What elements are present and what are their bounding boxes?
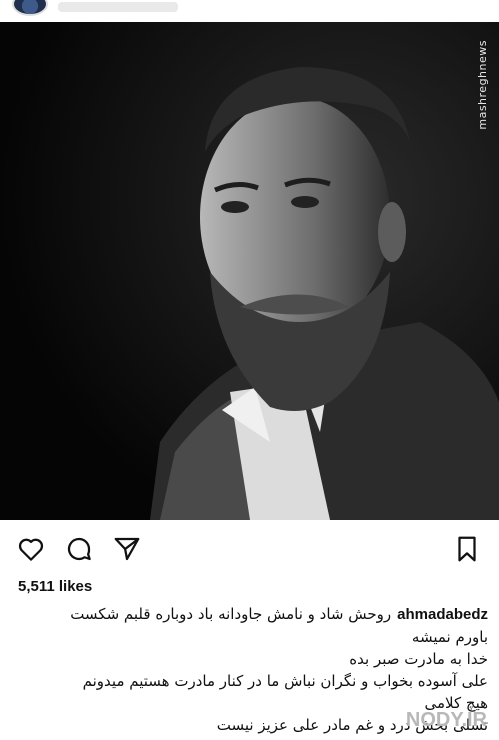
photo-credit: mashreghnews <box>476 40 489 130</box>
heart-icon[interactable] <box>16 534 46 564</box>
caption-line-3: خدا به مادرت صبر بده <box>349 650 488 668</box>
post-photo[interactable]: mashreghnews <box>0 22 499 520</box>
caption-line-4: علی آسوده بخواب و نگران نباش ما در کنار … <box>82 672 488 690</box>
header-username[interactable] <box>58 2 178 12</box>
post-actions <box>0 528 499 568</box>
caption-line-2: باورم نمیشه <box>411 628 488 646</box>
send-icon[interactable] <box>112 534 142 564</box>
site-watermark: NODY.IR <box>405 709 487 731</box>
comment-icon[interactable] <box>64 534 94 564</box>
bookmark-icon[interactable] <box>452 534 482 564</box>
caption-line-1: ahmadabedzروحش شاد و نامش جاودانه باد دو… <box>70 605 488 623</box>
likes-count[interactable]: 5,511 likes <box>18 578 92 595</box>
post-header <box>0 0 499 22</box>
portrait-image <box>0 22 499 520</box>
author-username[interactable]: ahmadabedz <box>397 606 488 623</box>
avatar[interactable] <box>12 0 48 16</box>
